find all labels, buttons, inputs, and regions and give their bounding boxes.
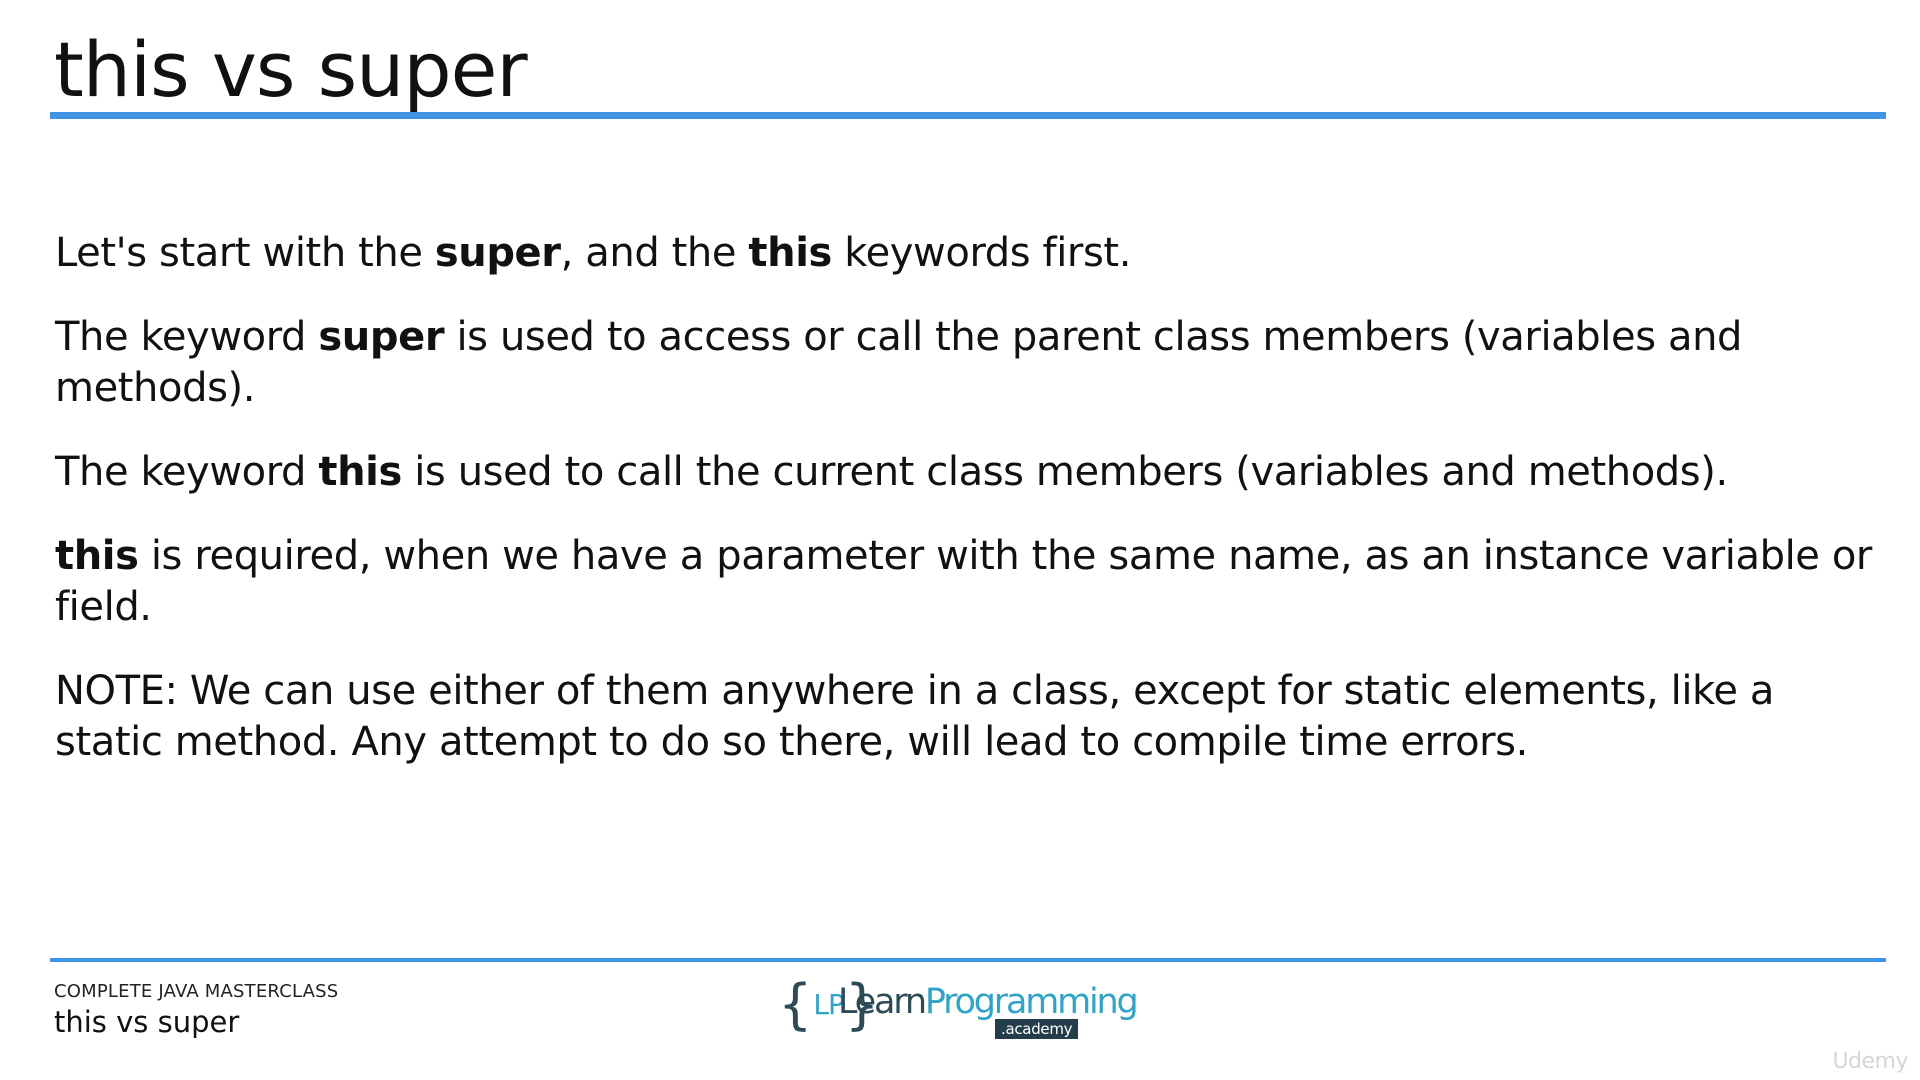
logo-brace-open: { (778, 973, 813, 1036)
logo-word-programming: Programming (924, 982, 1139, 1022)
slide-body: Let's start with the super, and the this… (55, 228, 1885, 801)
body-paragraph: this is required, when we have a paramet… (55, 531, 1885, 633)
learn-programming-academy-logo: { LP } LearnProgramming .academy (778, 973, 1139, 1042)
course-name: COMPLETE JAVA MASTERCLASS (54, 981, 339, 1002)
footer-lecture-title: this vs super (54, 1005, 240, 1039)
logo-word-learn: Learn (838, 982, 927, 1022)
text-run: is used to call the current class member… (401, 449, 1728, 495)
text-run: NOTE: We can use either of them anywhere… (55, 668, 1775, 765)
text-run: , and the (560, 230, 749, 276)
udemy-watermark: Udemy (1832, 1049, 1908, 1074)
text-run: Let's start with the (55, 230, 435, 276)
text-run: The keyword (55, 314, 319, 360)
keyword-bold: this (55, 533, 139, 579)
body-paragraph: The keyword this is used to call the cur… (55, 447, 1885, 498)
logo-academy-badge: .academy (995, 1019, 1079, 1039)
text-run: The keyword (55, 449, 319, 495)
keyword-bold: super (318, 314, 445, 360)
body-paragraph: The keyword super is used to access or c… (55, 312, 1885, 414)
body-paragraph: NOTE: We can use either of them anywhere… (55, 666, 1885, 768)
text-run: is required, when we have a parameter wi… (55, 533, 1872, 630)
keyword-bold: super (434, 230, 561, 276)
keyword-bold: this (318, 449, 402, 495)
text-run: keywords first. (831, 230, 1132, 276)
slide-title: this vs super (54, 25, 528, 114)
keyword-bold: this (748, 230, 832, 276)
title-divider (50, 112, 1886, 119)
logo-wordmark: LearnProgramming (838, 982, 1139, 1022)
body-paragraph: Let's start with the super, and the this… (55, 228, 1885, 279)
footer-divider (50, 958, 1886, 962)
